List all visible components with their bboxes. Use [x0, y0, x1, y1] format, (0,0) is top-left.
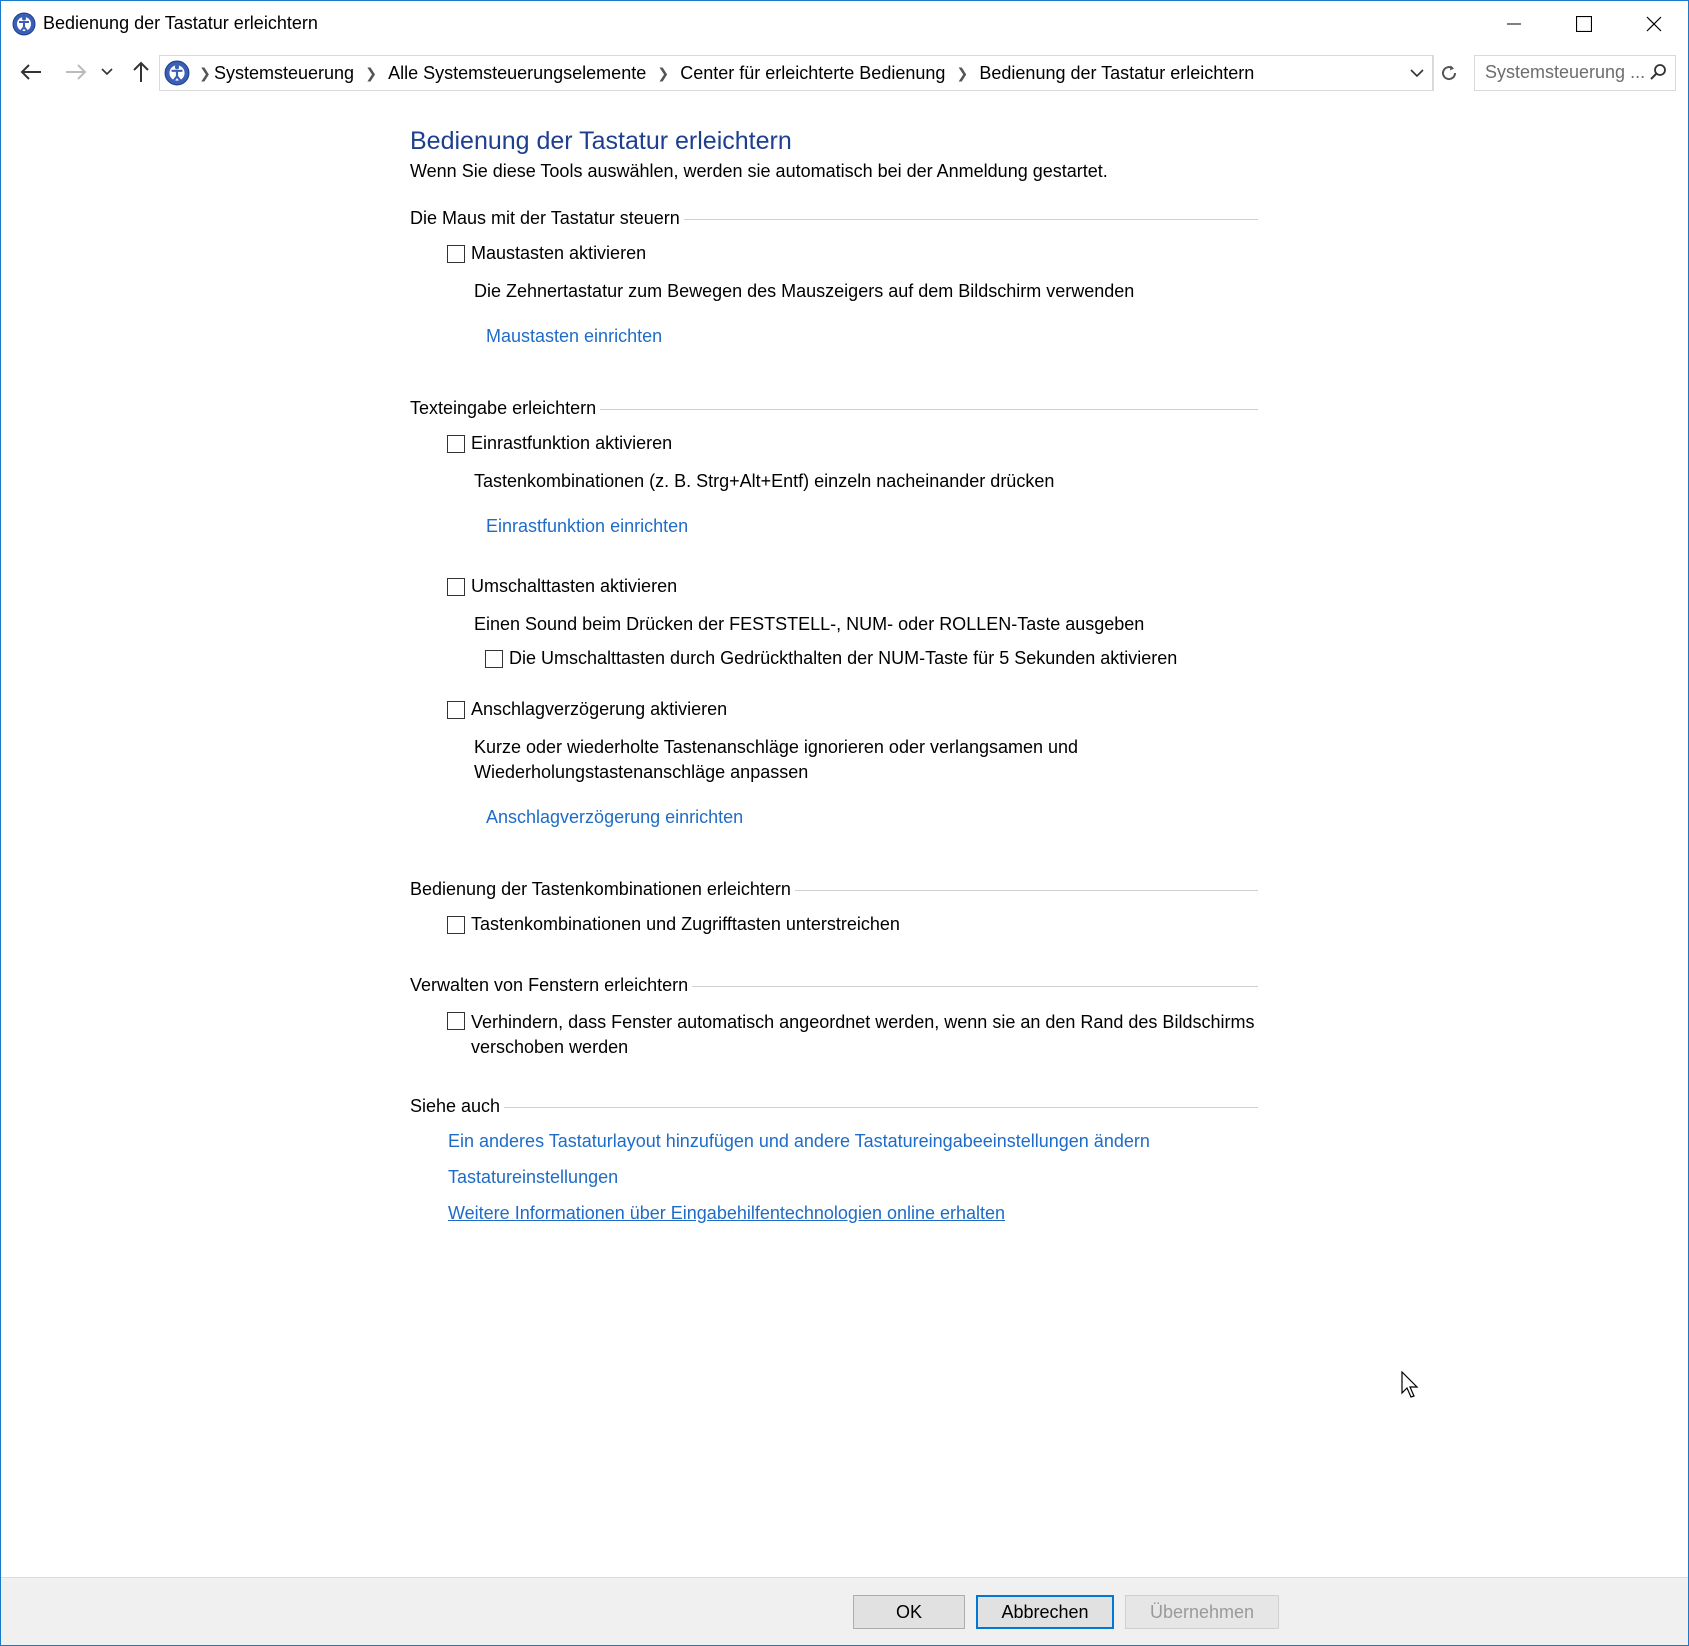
group-heading-text: Verwalten von Fenstern erleichtern — [410, 974, 689, 995]
filterkeys-description-line: Kurze oder wiederholte Tastenanschläge i… — [474, 737, 1079, 757]
group-heading-see-also: Siehe auch — [410, 1094, 1258, 1118]
mousekeys-checkbox[interactable] — [447, 245, 465, 263]
group-heading-text: Texteingabe erleichtern — [410, 397, 597, 418]
togglekeys-hold-label[interactable]: Die Umschalttasten durch Gedrückthalten … — [509, 648, 1177, 669]
chevron-down-icon — [101, 68, 113, 76]
up-arrow-icon — [133, 61, 149, 82]
divider — [600, 408, 1258, 410]
divider — [504, 1106, 1258, 1108]
page-description: Wenn Sie diese Tools auswählen, werden s… — [410, 161, 1108, 181]
prevent-snap-label-line: Verhindern, dass Fenster automatisch ang… — [471, 1012, 1255, 1032]
group-heading-shortcuts: Bedienung der Tastenkombinationen erleic… — [410, 877, 1258, 901]
togglekeys-description: Einen Sound beim Drücken der FESTSTELL-,… — [474, 614, 1145, 634]
refresh-button[interactable] — [1433, 55, 1464, 91]
address-history-button[interactable] — [1402, 56, 1432, 90]
filterkeys-option[interactable]: Anschlagverzögerung aktivieren — [447, 699, 727, 720]
togglekeys-hold-checkbox[interactable] — [485, 650, 503, 668]
minimize-icon — [1507, 23, 1521, 25]
group-heading-typing: Texteingabe erleichtern — [410, 396, 1258, 420]
filterkeys-description: Kurze oder wiederholte Tastenanschläge i… — [474, 735, 1078, 785]
group-heading-text: Siehe auch — [410, 1095, 501, 1116]
breadcrumb-item[interactable]: Center für erleichterte Bedienung — [680, 63, 945, 84]
navigation-bar: ❯ Systemsteuerung ❯ Alle Systemsteuerung… — [1, 47, 1688, 97]
prevent-snap-option[interactable]: Verhindern, dass Fenster automatisch ang… — [447, 1010, 1254, 1060]
togglekeys-option[interactable]: Umschalttasten aktivieren — [447, 576, 677, 597]
mousekeys-setup-link[interactable]: Maustasten einrichten — [486, 326, 662, 347]
divider — [692, 985, 1258, 987]
forward-button[interactable] — [61, 57, 91, 87]
address-bar[interactable]: ❯ Systemsteuerung ❯ Alle Systemsteuerung… — [159, 55, 1433, 91]
ok-button[interactable]: OK — [853, 1595, 965, 1629]
cancel-button[interactable]: Abbrechen — [976, 1595, 1114, 1629]
mouse-pointer-icon — [1401, 1371, 1419, 1398]
group-heading-text: Die Maus mit der Tastatur steuern — [410, 207, 680, 228]
minimize-button[interactable] — [1479, 1, 1549, 47]
chevron-down-icon — [1410, 68, 1424, 77]
back-arrow-icon — [20, 64, 41, 80]
recent-locations-button[interactable] — [97, 57, 117, 87]
breadcrumb: ❯ Systemsteuerung ❯ Alle Systemsteuerung… — [196, 56, 1254, 90]
togglekeys-label[interactable]: Umschalttasten aktivieren — [471, 576, 677, 597]
filterkeys-setup-link[interactable]: Anschlagverzögerung einrichten — [486, 807, 743, 828]
refresh-icon — [1442, 65, 1457, 81]
breadcrumb-chevron-icon[interactable]: ❯ — [354, 65, 388, 82]
togglekeys-hold-option[interactable]: Die Umschalttasten durch Gedrückthalten … — [485, 648, 1177, 669]
filterkeys-description-line: Wiederholungstastenanschläge anpassen — [474, 762, 809, 782]
stickykeys-description: Tastenkombinationen (z. B. Strg+Alt+Entf… — [474, 471, 1055, 491]
mousekeys-description: Die Zehnertastatur zum Bewegen des Mausz… — [474, 281, 1135, 301]
breadcrumb-chevron-icon[interactable]: ❯ — [945, 65, 979, 82]
prevent-snap-label-line: verschoben werden — [471, 1037, 629, 1057]
divider — [683, 218, 1258, 220]
stickykeys-checkbox[interactable] — [447, 435, 465, 453]
page-title: Bedienung der Tastatur erleichtern — [410, 127, 792, 155]
breadcrumb-item[interactable]: Bedienung der Tastatur erleichtern — [979, 63, 1254, 84]
underline-shortcuts-label[interactable]: Tastenkombinationen und Zugrifftasten un… — [471, 914, 900, 935]
underline-shortcuts-checkbox[interactable] — [447, 916, 465, 934]
control-panel-icon — [164, 60, 190, 86]
search-input[interactable] — [1475, 56, 1645, 88]
back-button[interactable] — [16, 57, 46, 87]
togglekeys-checkbox[interactable] — [447, 578, 465, 596]
mousekeys-option[interactable]: Maustasten aktivieren — [447, 243, 646, 264]
group-heading-text: Bedienung der Tastenkombinationen erleic… — [410, 878, 791, 899]
stickykeys-label[interactable]: Einrastfunktion aktivieren — [471, 433, 672, 454]
stickykeys-setup-link[interactable]: Einrastfunktion einrichten — [486, 516, 688, 537]
stickykeys-option[interactable]: Einrastfunktion aktivieren — [447, 433, 672, 454]
window-title: Bedienung der Tastatur erleichtern — [43, 13, 318, 33]
apply-button[interactable]: Übernehmen — [1125, 1595, 1279, 1629]
keyboard-settings-link[interactable]: Tastatureinstellungen — [448, 1167, 618, 1188]
close-icon — [1646, 16, 1662, 32]
breadcrumb-chevron-icon[interactable]: ❯ — [646, 65, 680, 82]
group-heading-windows: Verwalten von Fenstern erleichtern — [410, 973, 1258, 997]
filterkeys-checkbox[interactable] — [447, 701, 465, 719]
prevent-snap-label[interactable]: Verhindern, dass Fenster automatisch ang… — [471, 1010, 1254, 1060]
dialog-footer: OK Abbrechen Übernehmen — [1, 1577, 1688, 1645]
breadcrumb-item[interactable]: Systemsteuerung — [214, 63, 354, 84]
group-heading-mouse: Die Maus mit der Tastatur steuern — [410, 206, 1258, 230]
assistive-tech-info-link[interactable]: Weitere Informationen über Eingabehilfen… — [448, 1203, 1005, 1224]
divider — [794, 889, 1258, 891]
filterkeys-label[interactable]: Anschlagverzögerung aktivieren — [471, 699, 727, 720]
prevent-snap-checkbox[interactable] — [447, 1012, 465, 1030]
close-button[interactable] — [1619, 1, 1688, 47]
main-content: Bedienung der Tastatur erleichtern Wenn … — [1, 97, 1688, 1577]
control-panel-window: Bedienung der Tastatur erleichtern ❯ Sys… — [0, 0, 1689, 1646]
title-bar: Bedienung der Tastatur erleichtern — [1, 1, 1688, 47]
search-icon[interactable] — [1649, 63, 1667, 81]
control-panel-icon — [12, 12, 36, 36]
maximize-button[interactable] — [1549, 1, 1619, 47]
breadcrumb-chevron-icon[interactable]: ❯ — [196, 65, 214, 82]
up-button[interactable] — [126, 57, 156, 87]
keyboard-layout-link[interactable]: Ein anderes Tastaturlayout hinzufügen un… — [448, 1131, 1150, 1152]
forward-arrow-icon — [66, 64, 87, 80]
mousekeys-label[interactable]: Maustasten aktivieren — [471, 243, 646, 264]
underline-shortcuts-option[interactable]: Tastenkombinationen und Zugrifftasten un… — [447, 914, 900, 935]
maximize-icon — [1576, 16, 1592, 32]
breadcrumb-item[interactable]: Alle Systemsteuerungselemente — [388, 63, 646, 84]
search-box[interactable] — [1474, 55, 1676, 91]
